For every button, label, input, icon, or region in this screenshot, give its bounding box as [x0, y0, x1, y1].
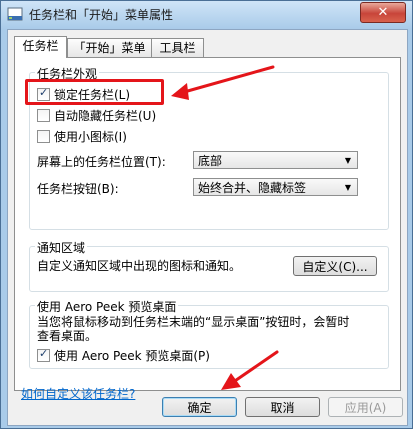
annotation-arrows — [171, 65, 279, 390]
tab-taskbar[interactable]: 任务栏 — [14, 36, 67, 58]
arrowhead-lock-taskbar — [171, 83, 189, 100]
arrow-to-lock-taskbar — [175, 65, 275, 96]
arrow-to-ok-button — [227, 350, 279, 387]
properties-window: 任务栏和「开始」菜单属性 ✕ 任务栏 「开始」菜单 工具栏 任务栏外观 锁定任务… — [0, 0, 413, 429]
arrowhead-ok-button — [221, 373, 241, 390]
